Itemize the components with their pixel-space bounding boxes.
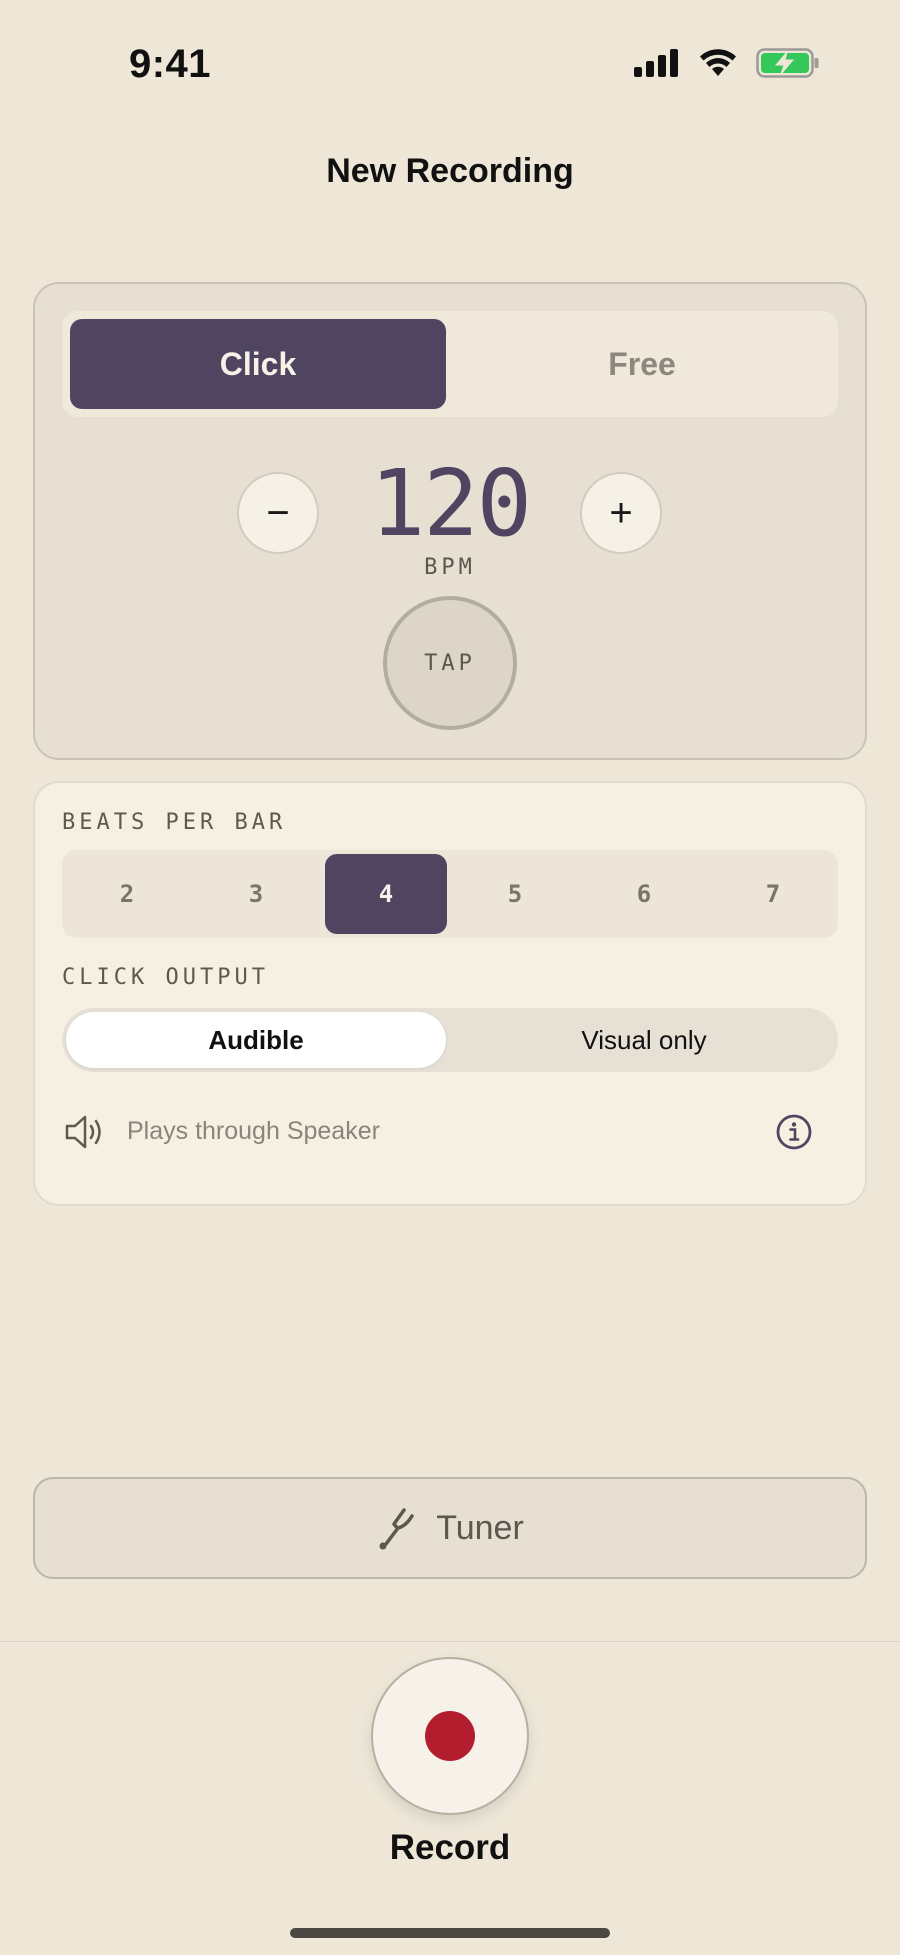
tuner-button[interactable]: Tuner — [33, 1477, 867, 1579]
beat-option-2[interactable]: 2 — [66, 854, 188, 934]
mode-click-button[interactable]: Click — [70, 319, 446, 409]
speaker-icon — [65, 1115, 101, 1149]
tuner-label: Tuner — [436, 1508, 524, 1547]
tuning-fork-icon — [379, 1508, 414, 1550]
beats-per-bar-selector: 2 3 4 5 6 7 — [62, 850, 838, 938]
mode-free-button[interactable]: Free — [454, 319, 830, 409]
record-dot-icon — [425, 1711, 475, 1761]
beats-per-bar-label: BEATS PER BAR — [62, 810, 287, 835]
status-icons — [634, 48, 820, 78]
beat-option-3[interactable]: 3 — [195, 854, 317, 934]
tap-tempo-button[interactable]: TAP — [383, 596, 517, 730]
record-label: Record — [389, 1828, 511, 1867]
home-indicator — [290, 1928, 610, 1938]
info-icon[interactable] — [776, 1114, 812, 1150]
bottom-divider — [0, 1641, 900, 1642]
output-audible-button[interactable]: Audible — [66, 1012, 446, 1068]
mode-segmented-control: Click Free — [62, 311, 838, 417]
battery-charging-icon — [756, 48, 819, 78]
audio-route-text: Plays through Speaker — [127, 1117, 380, 1145]
bpm-label: BPM — [424, 555, 476, 580]
tap-label: TAP — [424, 650, 476, 676]
beat-option-7[interactable]: 7 — [712, 854, 834, 934]
bpm-value: 120 — [369, 450, 532, 557]
beat-option-4[interactable]: 4 — [325, 854, 447, 934]
record-button[interactable] — [371, 1657, 529, 1815]
wifi-icon — [700, 49, 736, 76]
click-output-segmented-control: Audible Visual only — [62, 1008, 838, 1072]
beat-option-6[interactable]: 6 — [583, 854, 705, 934]
increase-bpm-button[interactable]: + — [580, 472, 662, 554]
output-visual-only-button[interactable]: Visual only — [454, 1012, 834, 1068]
cellular-signal-icon — [634, 49, 678, 77]
beat-option-5[interactable]: 5 — [454, 854, 576, 934]
minus-icon: − — [266, 490, 290, 535]
click-output-label: CLICK OUTPUT — [62, 965, 269, 990]
plus-icon: + — [609, 490, 633, 535]
page-title: New Recording — [326, 152, 574, 190]
status-time: 9:41 — [128, 42, 212, 86]
